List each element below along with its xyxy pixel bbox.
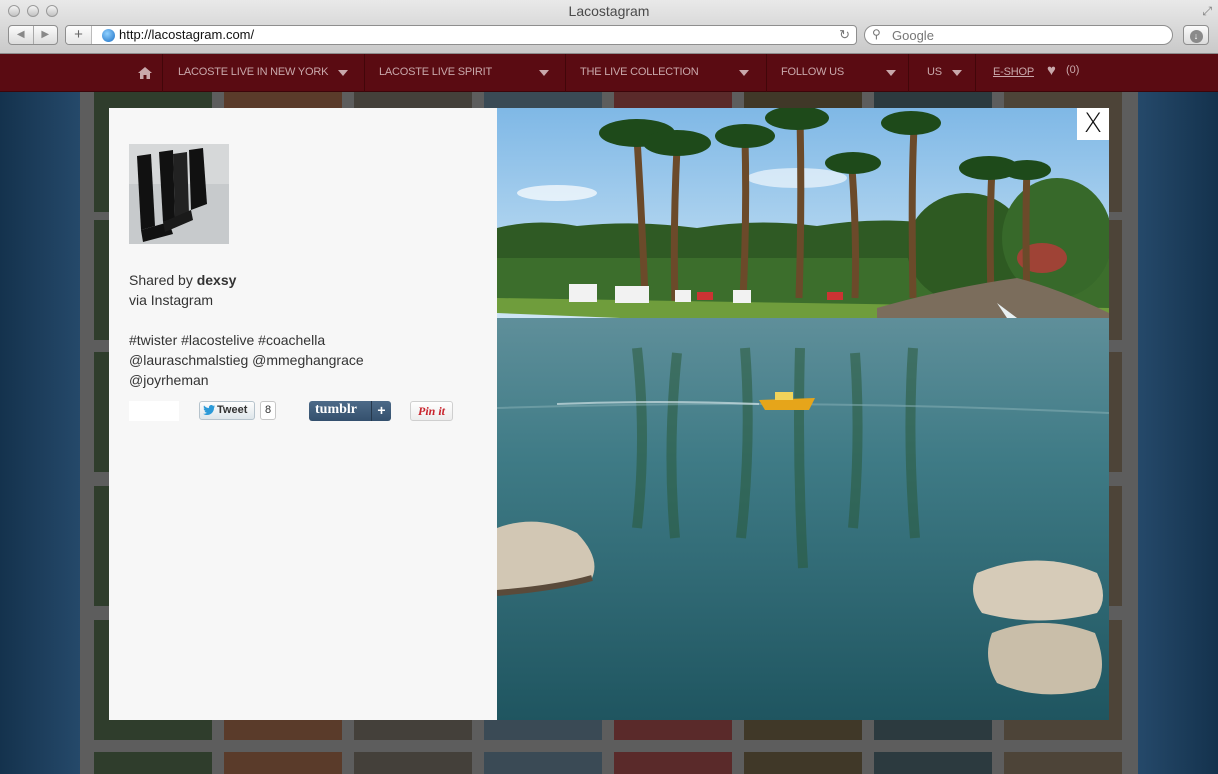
tweet-button[interactable]: Tweet bbox=[199, 401, 255, 420]
heart-icon[interactable]: ♥ bbox=[1047, 62, 1056, 79]
caption-line: @lauraschmalstieg @mmeghangrace bbox=[129, 352, 364, 368]
nav-divider bbox=[975, 54, 976, 92]
nav-item-live-collection[interactable]: THE LIVE COLLECTION bbox=[580, 54, 699, 92]
url-text[interactable]: http://lacostagram.com/ bbox=[119, 27, 254, 42]
browser-chrome: Lacostagram ⤢ ◀ ▶ + http://lacostagram.c… bbox=[0, 0, 1218, 54]
nav-item-follow-us[interactable]: FOLLOW US bbox=[781, 54, 844, 92]
nav-item-label: US bbox=[927, 66, 942, 78]
grid-photo-tile[interactable] bbox=[94, 752, 212, 774]
tweet-label: Tweet bbox=[217, 404, 248, 416]
grid-photo-tile[interactable] bbox=[484, 752, 602, 774]
nav-eshop-link[interactable]: E-SHOP bbox=[993, 54, 1034, 92]
tumblr-share-button[interactable]: tumblr + bbox=[309, 401, 391, 421]
nav-item-label: LACOSTE LIVE SPIRIT bbox=[379, 66, 492, 78]
downloads-button[interactable]: ↓ bbox=[1183, 25, 1209, 45]
pond-palm-photo bbox=[497, 108, 1109, 720]
shared-by-prefix: Shared by bbox=[129, 272, 197, 288]
page-backdrop-left bbox=[0, 92, 80, 774]
chevron-down-icon[interactable] bbox=[539, 54, 551, 92]
tumblr-label: tumblr bbox=[315, 402, 357, 417]
likes-count[interactable]: (0) bbox=[1066, 64, 1079, 76]
twitter-bird-icon bbox=[203, 405, 215, 415]
avatar-image bbox=[129, 144, 229, 244]
tweet-count: 8 bbox=[260, 401, 276, 420]
grid-photo-tile[interactable] bbox=[874, 752, 992, 774]
share-info: Shared by dexsy via Instagram bbox=[129, 270, 236, 310]
back-forward-buttons: ◀ ▶ bbox=[8, 25, 58, 45]
chevron-down-icon[interactable] bbox=[952, 54, 964, 92]
username-link[interactable]: dexsy bbox=[197, 272, 237, 288]
user-avatar[interactable] bbox=[129, 144, 229, 244]
grid-photo-tile[interactable] bbox=[614, 752, 732, 774]
grid-photo-tile[interactable] bbox=[224, 752, 342, 774]
nav-item-live-spirit[interactable]: LACOSTE LIVE SPIRIT bbox=[379, 54, 492, 92]
globe-icon bbox=[102, 29, 115, 42]
nav-item-label: THE LIVE COLLECTION bbox=[580, 66, 699, 78]
caption-line: #twister #lacostelive #coachella bbox=[129, 332, 326, 348]
nav-divider bbox=[766, 54, 767, 92]
back-button[interactable]: ◀ bbox=[9, 26, 33, 44]
reload-icon[interactable]: ↻ bbox=[839, 27, 850, 43]
site-navigation: LACOSTE LIVE IN NEW YORK LACOSTE LIVE SP… bbox=[0, 54, 1218, 92]
search-placeholder: Google bbox=[892, 28, 934, 43]
plus-icon: + bbox=[371, 401, 391, 421]
close-lightbox-button[interactable]: X bbox=[1077, 108, 1109, 140]
search-icon: ⚲ bbox=[872, 27, 881, 41]
grid-photo-tile[interactable] bbox=[1004, 752, 1122, 774]
lightbox-info-panel: Shared by dexsy via Instagram #twister #… bbox=[109, 108, 497, 720]
grid-photo-tile[interactable] bbox=[354, 752, 472, 774]
caption-line: @joyrheman bbox=[129, 372, 209, 388]
download-icon: ↓ bbox=[1189, 30, 1203, 43]
window-title: Lacostagram bbox=[568, 3, 650, 19]
source-label: via Instagram bbox=[129, 292, 214, 308]
nav-item-label: LACOSTE LIVE IN NEW YORK bbox=[178, 66, 329, 78]
nav-divider bbox=[565, 54, 566, 92]
nav-divider bbox=[162, 54, 163, 92]
nav-item-label: FOLLOW US bbox=[781, 66, 844, 78]
search-field[interactable]: ⚲ Google bbox=[864, 25, 1173, 45]
add-bookmark-button[interactable]: + bbox=[66, 26, 92, 44]
grid-photo-tile[interactable] bbox=[744, 752, 862, 774]
nav-divider bbox=[364, 54, 365, 92]
nav-item-live-in-new-york[interactable]: LACOSTE LIVE IN NEW YORK bbox=[178, 54, 328, 92]
chevron-down-icon[interactable] bbox=[338, 54, 350, 92]
photo-caption: #twister #lacostelive #coachella @lauras… bbox=[129, 330, 469, 390]
address-bar[interactable]: + http://lacostagram.com/ ↻ bbox=[65, 25, 857, 45]
nav-item-us[interactable]: US bbox=[927, 54, 942, 92]
forward-button[interactable]: ▶ bbox=[32, 26, 58, 44]
pinterest-pin-button[interactable]: Pin it bbox=[410, 401, 453, 421]
home-icon[interactable] bbox=[138, 67, 152, 79]
lightbox-photo bbox=[497, 108, 1109, 720]
chevron-down-icon[interactable] bbox=[739, 54, 751, 92]
nav-divider bbox=[908, 54, 909, 92]
facebook-like-button[interactable] bbox=[129, 401, 179, 421]
fullscreen-icon[interactable]: ⤢ bbox=[1202, 4, 1212, 19]
chevron-down-icon[interactable] bbox=[886, 54, 898, 92]
page-backdrop-right bbox=[1138, 92, 1218, 774]
